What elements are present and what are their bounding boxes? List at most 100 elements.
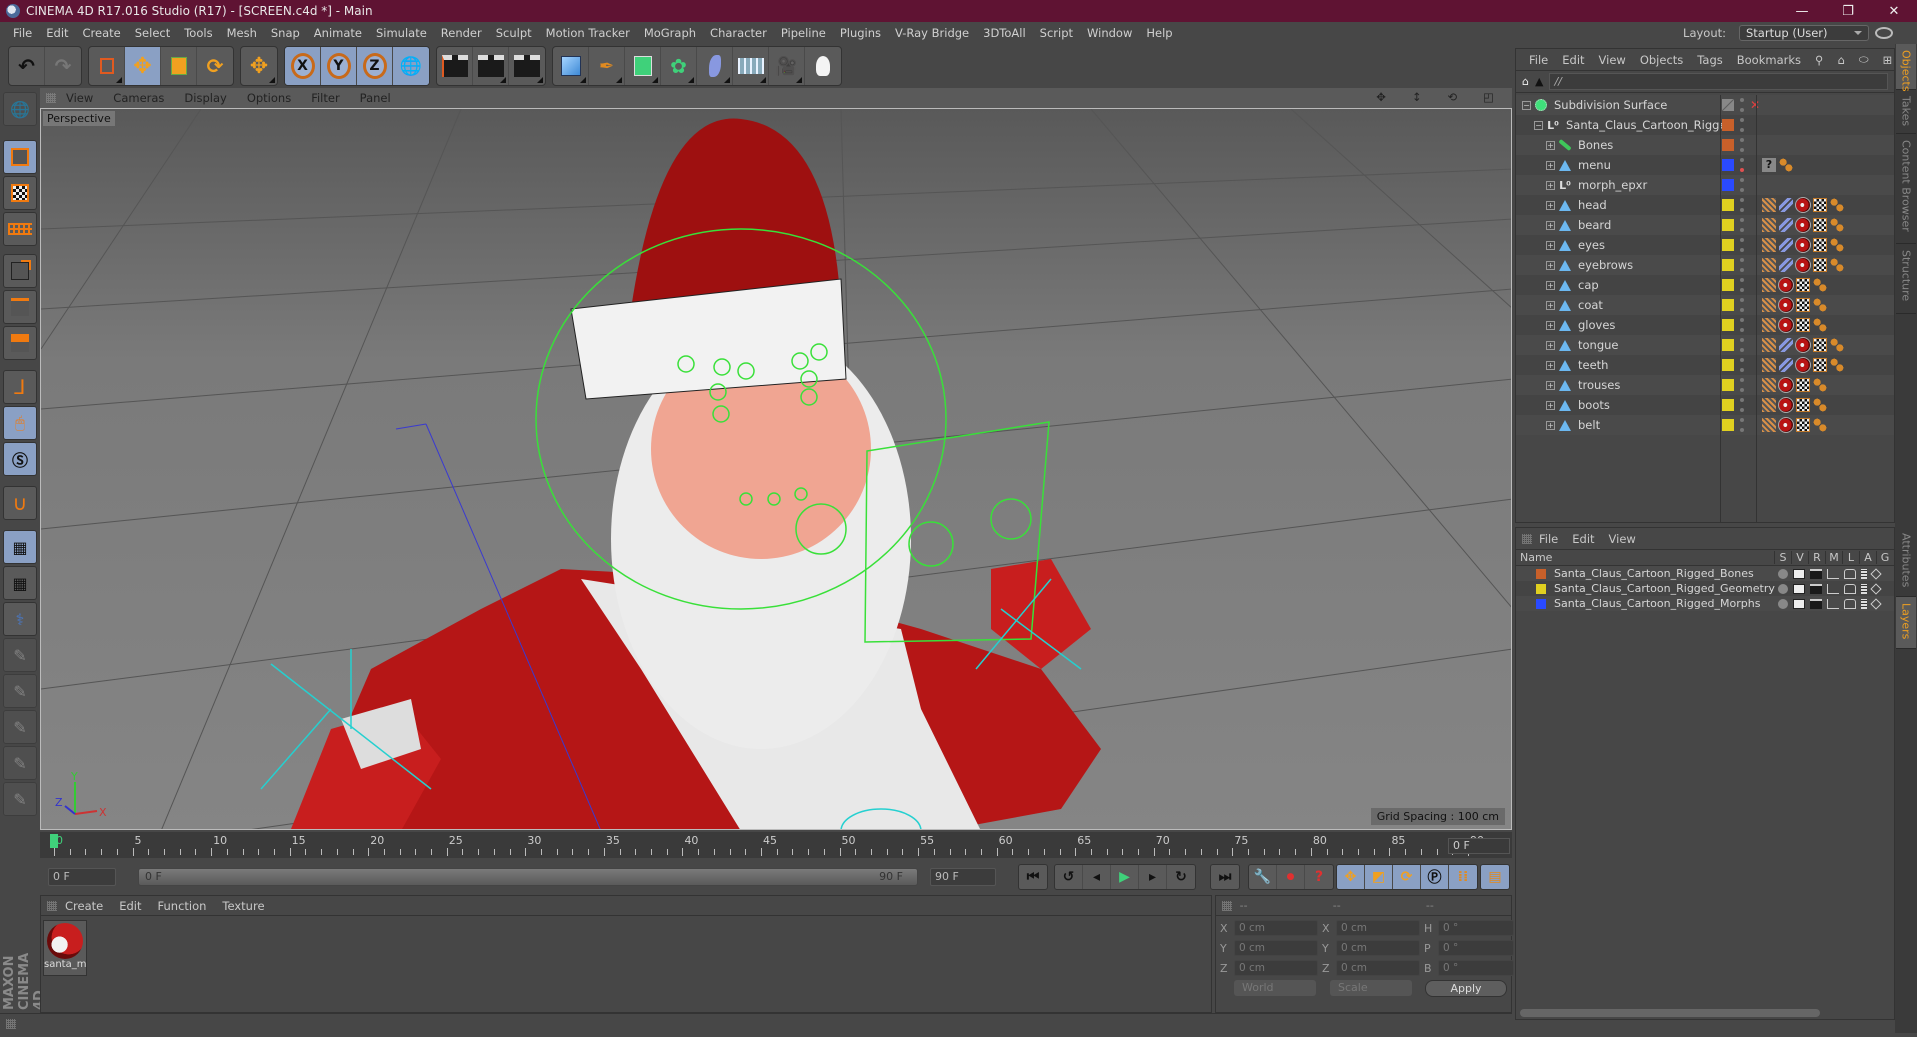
render-column-header[interactable]: R (1808, 551, 1825, 564)
column-divider[interactable] (1720, 95, 1721, 522)
cube-icon[interactable] (553, 47, 589, 85)
recent-tools-icon[interactable]: ✥ (241, 47, 277, 85)
layer-color-swatch[interactable] (1722, 159, 1734, 171)
tab-content-browser[interactable]: Content Browser (1896, 134, 1916, 244)
object-row[interactable]: + belt (1516, 415, 1894, 435)
layer-color-swatch[interactable] (1722, 379, 1734, 391)
visible-eye-icon[interactable] (1793, 598, 1805, 609)
menu-edit[interactable]: Edit (39, 26, 75, 40)
pen-spline-icon[interactable]: ✒ (589, 47, 625, 85)
tab-layers[interactable]: Layers (1896, 597, 1916, 649)
object-row[interactable]: + coat (1516, 295, 1894, 315)
menu-window[interactable]: Window (1080, 26, 1139, 40)
menu-file[interactable]: File (6, 26, 39, 40)
timeline-window-button[interactable]: ▤ (1481, 865, 1509, 889)
weight-tag-icon[interactable] (1762, 278, 1776, 292)
navigate-up-icon[interactable]: ▲ (1535, 75, 1543, 88)
tab-attributes[interactable]: Attributes (1896, 527, 1916, 597)
uvw-tag-icon[interactable] (1813, 338, 1827, 352)
viewport-menu-options[interactable]: Options (237, 91, 301, 105)
animation-icon[interactable] (1861, 583, 1867, 594)
visibility-dots[interactable] (1740, 378, 1744, 392)
world-coordinate-system-icon[interactable]: 🌐 (393, 47, 429, 85)
sculpt-smooth-icon[interactable]: ✎ (3, 710, 37, 744)
expand-icon[interactable]: + (1546, 140, 1555, 150)
object-menu-view[interactable]: View (1592, 53, 1633, 67)
y-axis-lock-icon[interactable]: Y (321, 47, 357, 85)
expand-icon[interactable]: + (1546, 220, 1555, 230)
menu-snap[interactable]: Snap (264, 26, 307, 40)
live-selection-icon[interactable] (89, 47, 125, 85)
viewport-menu-cameras[interactable]: Cameras (103, 91, 174, 105)
viewport-menu-display[interactable]: Display (174, 91, 236, 105)
undo-icon[interactable]: ↶ (9, 47, 45, 85)
layer-color-swatch[interactable] (1722, 339, 1734, 351)
visibility-dots[interactable] (1740, 278, 1744, 292)
ik-tag-icon[interactable] (1779, 358, 1793, 372)
filter-icon[interactable]: ⬭ (1852, 52, 1876, 67)
weight-tag-icon[interactable] (1762, 398, 1776, 412)
make-editable-icon[interactable]: 🌐 (3, 92, 37, 126)
viewport-menu-view[interactable]: View (56, 91, 103, 105)
polygons-mode-icon[interactable] (3, 326, 37, 360)
ik-tag-icon[interactable] (1779, 338, 1793, 352)
expand-icon[interactable]: + (1546, 240, 1555, 250)
solo-icon[interactable]: Ⓢ (3, 442, 37, 476)
object-row[interactable]: + eyes (1516, 235, 1894, 255)
orbit-view-icon[interactable]: ⟲ (1437, 90, 1467, 104)
viewport-menu-panel[interactable]: Panel (350, 91, 401, 105)
animation-column-header[interactable]: A (1859, 551, 1876, 564)
object-name[interactable]: cap (1578, 278, 1599, 292)
restore-button[interactable]: ❐ (1825, 0, 1871, 22)
object-menu-bookmarks[interactable]: Bookmarks (1730, 53, 1808, 67)
manager-column-header[interactable]: M (1825, 551, 1842, 564)
render-clapper-icon[interactable] (1810, 598, 1822, 609)
z-axis-lock-icon[interactable]: Z (357, 47, 393, 85)
expand-icon[interactable]: + (1546, 340, 1555, 350)
pose-morph-tag-icon[interactable] (1830, 218, 1844, 232)
object-name[interactable]: Subdivision Surface (1554, 98, 1667, 112)
python-icon[interactable]: ⚕ (3, 602, 37, 636)
ik-tag-icon[interactable] (1779, 218, 1793, 232)
weight-tag-icon[interactable] (1762, 378, 1776, 392)
layer-row[interactable]: Santa_Claus_Cartoon_Rigged_Morphs (1516, 596, 1894, 611)
layer-color-swatch[interactable] (1722, 279, 1734, 291)
menu-create[interactable]: Create (76, 26, 128, 40)
panel-grip-icon[interactable] (1522, 533, 1532, 544)
visibility-dots[interactable] (1740, 118, 1744, 132)
uvw-tag-icon[interactable] (1796, 278, 1810, 292)
material-swatch[interactable]: santa_m (43, 920, 87, 976)
column-divider[interactable] (1756, 95, 1757, 522)
object-name[interactable]: morph_epxr (1578, 178, 1647, 192)
solo-toggle-icon[interactable] (1778, 598, 1788, 609)
object-name[interactable]: menu (1578, 158, 1611, 172)
panel-grip-icon[interactable] (47, 900, 57, 911)
visible-column-header[interactable]: V (1791, 551, 1808, 564)
pose-morph-tag-icon[interactable] (1830, 358, 1844, 372)
lock-icon[interactable] (1844, 583, 1856, 594)
menu-motion-tracker[interactable]: Motion Tracker (539, 26, 637, 40)
uvw-tag-icon[interactable] (1796, 378, 1810, 392)
object-row[interactable]: + L⁰ morph_epxr (1516, 175, 1894, 195)
generator-icon[interactable] (1870, 597, 1882, 610)
material-tag-icon[interactable] (1795, 197, 1811, 213)
object-row[interactable]: + trouses (1516, 375, 1894, 395)
position-z-field[interactable]: 0 cm (1234, 960, 1318, 976)
sculpt-pull-icon[interactable]: ✎ (3, 674, 37, 708)
generator-icon[interactable] (1870, 567, 1882, 580)
next-frame-button[interactable]: ▸ (1139, 865, 1167, 889)
pose-morph-tag-icon[interactable] (1813, 298, 1827, 312)
uvw-tag-icon[interactable] (1796, 418, 1810, 432)
expand-icon[interactable]: + (1546, 420, 1555, 430)
expand-icon[interactable]: + (1546, 260, 1555, 270)
uvw-tag-icon[interactable] (1796, 398, 1810, 412)
menu-help[interactable]: Help (1139, 26, 1179, 40)
array-icon[interactable]: ✿ (661, 47, 697, 85)
solo-toggle-icon[interactable] (1778, 568, 1788, 579)
manager-hierarchy-icon[interactable] (1827, 568, 1839, 579)
render-settings-icon[interactable] (509, 47, 545, 85)
layer-color-swatch[interactable] (1536, 568, 1546, 579)
start-frame-field[interactable]: 0 F (48, 868, 116, 886)
layer-color-swatch[interactable] (1722, 219, 1734, 231)
lock-icon[interactable] (1844, 568, 1856, 579)
